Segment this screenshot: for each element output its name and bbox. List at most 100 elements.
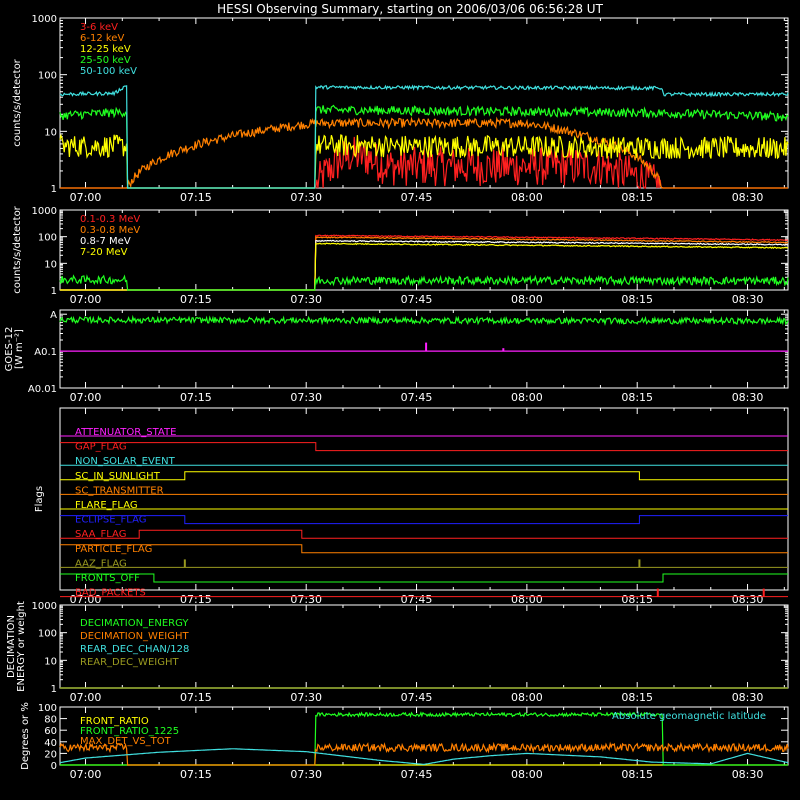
legend-entry: 6-12 keV	[80, 33, 124, 44]
x-tick-label: 08:15	[621, 391, 653, 404]
legend-entry: 50-100 keV	[80, 66, 137, 77]
flag-line-FRONTS_OFF	[60, 573, 788, 583]
y-tick-label: 10	[44, 656, 57, 667]
x-tick-label: 08:00	[511, 293, 543, 306]
x-tick-label: 08:30	[732, 593, 764, 606]
y-tick-label: 40	[44, 738, 57, 749]
y-tick-label: 100	[38, 71, 57, 82]
y-tick-label: 10	[44, 259, 57, 270]
flag-label: SAA_FLAG	[75, 529, 126, 540]
x-tick-label: 07:15	[180, 191, 212, 204]
flag-label: FLARE_FLAG	[75, 500, 138, 511]
x-tick-label: 08:00	[511, 391, 543, 404]
x-tick-label: 08:30	[732, 768, 764, 781]
x-tick-label: 08:00	[511, 691, 543, 704]
legend-entry: REAR_DEC_WEIGHT	[80, 657, 179, 668]
y-tick-label: 0	[51, 761, 57, 772]
panel-ratios: 07:00 07:15 07:30 07:45 08:00 08:15 08:30 02040…	[20, 702, 789, 781]
flag-line-SAA_FLAG	[60, 529, 788, 539]
series-line-unnamed-4	[59, 274, 789, 291]
panel-goes: 07:00 07:15 07:30 07:45 08:00 08:15 08:30 A0.01…	[4, 309, 789, 404]
y-tick-label: 1000	[32, 601, 57, 612]
y-axis-label: Flags	[34, 486, 45, 512]
series-line-unnamed-0	[59, 314, 789, 326]
y-tick-label: A0.1	[34, 347, 57, 358]
x-tick-label: 07:30	[290, 593, 322, 606]
x-tick-label: 07:45	[401, 593, 433, 606]
y-axis-label-2: ENERGY or weight	[16, 601, 27, 692]
x-tick-label: 07:30	[290, 768, 322, 781]
y-tick-label: 100	[38, 233, 57, 244]
legend-entry: 25-50 keV	[80, 55, 131, 66]
flag-label: BAD_PACKETS	[75, 588, 146, 599]
flag-label: GAP_FLAG	[75, 442, 127, 453]
y-axis-label: counts/s/detector	[12, 58, 23, 146]
flag-line-PARTICLE_FLAG	[60, 544, 788, 554]
panel-lightcurves-high: 07:00 07:15 07:30 07:45 08:00 08:15 08:30 1 10 10…	[12, 205, 789, 306]
y-axis-label-2: [W m⁻²]	[14, 329, 25, 369]
flag-label: SC_TRANSMITTER	[75, 485, 164, 496]
x-tick-label: 08:15	[621, 593, 653, 606]
flag-line-GAP_FLAG	[60, 442, 788, 452]
note-label: Absolute geomagnetic latitude	[612, 711, 766, 722]
x-tick-label: 08:30	[732, 191, 764, 204]
x-tick-label: 07:30	[290, 191, 322, 204]
x-tick-label: 07:00	[70, 293, 102, 306]
y-tick-label: 1	[51, 684, 57, 695]
legend-entry: REAR_DEC_CHAN/128	[80, 644, 189, 655]
y-tick-label: 100	[38, 629, 57, 640]
y-tick-label: A	[50, 310, 57, 321]
x-tick-label: 08:15	[621, 293, 653, 306]
series-line-50-100 keV	[59, 84, 789, 189]
x-tick-label: 08:30	[732, 293, 764, 306]
flag-line-ECLIPSE_FLAG	[60, 515, 788, 525]
legend-entry: 0.1-0.3 MeV	[80, 214, 140, 225]
x-tick-label: 08:15	[621, 768, 653, 781]
flag-label: AAZ_FLAG	[75, 558, 127, 569]
y-tick-label: 100	[38, 703, 57, 714]
y-tick-label: 80	[44, 715, 57, 726]
x-tick-label: 08:30	[732, 691, 764, 704]
flag-label: ECLIPSE_FLAG	[75, 515, 146, 526]
x-tick-label: 07:45	[401, 391, 433, 404]
x-tick-label: 07:00	[70, 191, 102, 204]
y-tick-label: 20	[44, 749, 57, 760]
legend-entry: 0.8-7 MeV	[80, 236, 131, 247]
panel-decimation: 07:00 07:15 07:30 07:45 08:00 08:15 08:30 1 10 10…	[6, 601, 789, 704]
x-tick-label: 07:30	[290, 691, 322, 704]
x-tick-label: 07:15	[180, 293, 212, 306]
legend-entry: 3-6 keV	[80, 22, 118, 33]
x-tick-label: 08:30	[732, 391, 764, 404]
series-line-unnamed-3	[59, 748, 789, 766]
legend-entry: 7-20 MeV	[80, 247, 128, 258]
x-tick-label: 07:00	[70, 391, 102, 404]
panels: 07:00 07:15 07:30 07:45 08:00 08:15 08:3011010…	[4, 14, 789, 781]
panel-lightcurves-low: 07:00 07:15 07:30 07:45 08:00 08:15 08:30 1 10 10…	[12, 14, 789, 204]
x-tick-label: 07:15	[180, 593, 212, 606]
x-tick-label: 07:30	[290, 293, 322, 306]
flag-label: ATTENUATOR_STATE	[75, 427, 176, 438]
y-tick-label: 1	[51, 286, 57, 297]
x-tick-label: 08:15	[621, 691, 653, 704]
x-tick-label: 07:15	[180, 768, 212, 781]
flag-label: NON_SOLAR_EVENT	[75, 456, 176, 467]
x-tick-label: 08:00	[511, 768, 543, 781]
y-tick-label: 1	[51, 184, 57, 195]
y-tick-label: 10	[44, 127, 57, 138]
observing-summary-plot: HESSI Observing Summary, starting on 200…	[4, 2, 789, 781]
y-tick-label: 60	[44, 726, 57, 737]
y-axis-label: Degrees or %	[20, 702, 31, 770]
x-tick-label: 08:00	[511, 593, 543, 606]
legend-entry: MAX_DET_VS_TOT	[80, 736, 172, 747]
legend-entry: DECIMATION_WEIGHT	[80, 631, 189, 642]
flag-line-SC_IN_SUNLIGHT	[60, 471, 788, 481]
x-tick-label: 07:45	[401, 768, 433, 781]
flag-label: SC_IN_SUNLIGHT	[75, 471, 161, 482]
legend-entry: 0.3-0.8 MeV	[80, 225, 140, 236]
x-tick-label: 08:15	[621, 191, 653, 204]
x-tick-label: 08:00	[511, 191, 543, 204]
y-axis-label: counts/s/detector	[12, 205, 23, 293]
y-tick-label: 1000	[32, 206, 57, 217]
legend-entry: 12-25 keV	[80, 44, 131, 55]
flag-label: PARTICLE_FLAG	[75, 544, 152, 555]
